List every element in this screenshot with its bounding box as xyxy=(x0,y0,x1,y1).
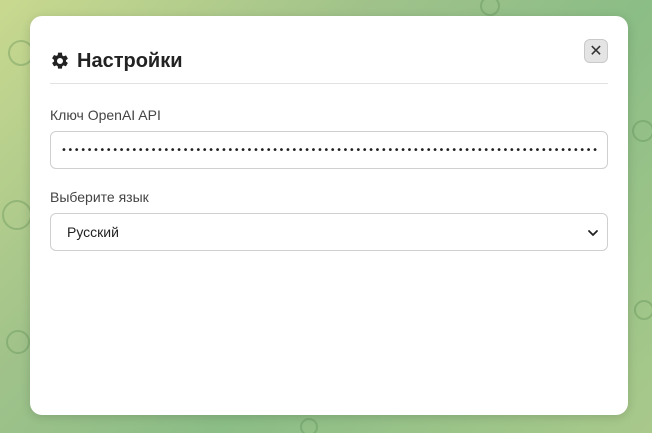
api-key-input[interactable]: ••••••••••••••••••••••••••••••••••••••••… xyxy=(50,131,608,169)
api-key-value: ••••••••••••••••••••••••••••••••••••••••… xyxy=(61,144,597,156)
background-doodle xyxy=(2,200,32,230)
close-icon: ✕ xyxy=(589,43,603,60)
language-selected-value: Русский xyxy=(67,224,119,240)
language-select[interactable]: Русский xyxy=(50,213,608,251)
header-divider xyxy=(50,83,608,84)
api-key-label: Ключ OpenAI API xyxy=(50,107,161,123)
chevron-down-icon xyxy=(587,226,599,238)
modal-header: Настройки xyxy=(50,38,608,84)
background-doodle xyxy=(6,330,30,354)
modal-title: Настройки xyxy=(77,49,183,72)
background-doodle xyxy=(632,120,652,142)
background-doodle xyxy=(480,0,500,16)
settings-modal: Настройки ✕ Ключ OpenAI API ••••••••••••… xyxy=(30,16,628,415)
language-label: Выберите язык xyxy=(50,189,149,205)
background-doodle xyxy=(634,300,652,320)
close-button[interactable]: ✕ xyxy=(584,39,608,63)
background-doodle xyxy=(300,418,318,433)
gear-icon xyxy=(50,51,70,71)
